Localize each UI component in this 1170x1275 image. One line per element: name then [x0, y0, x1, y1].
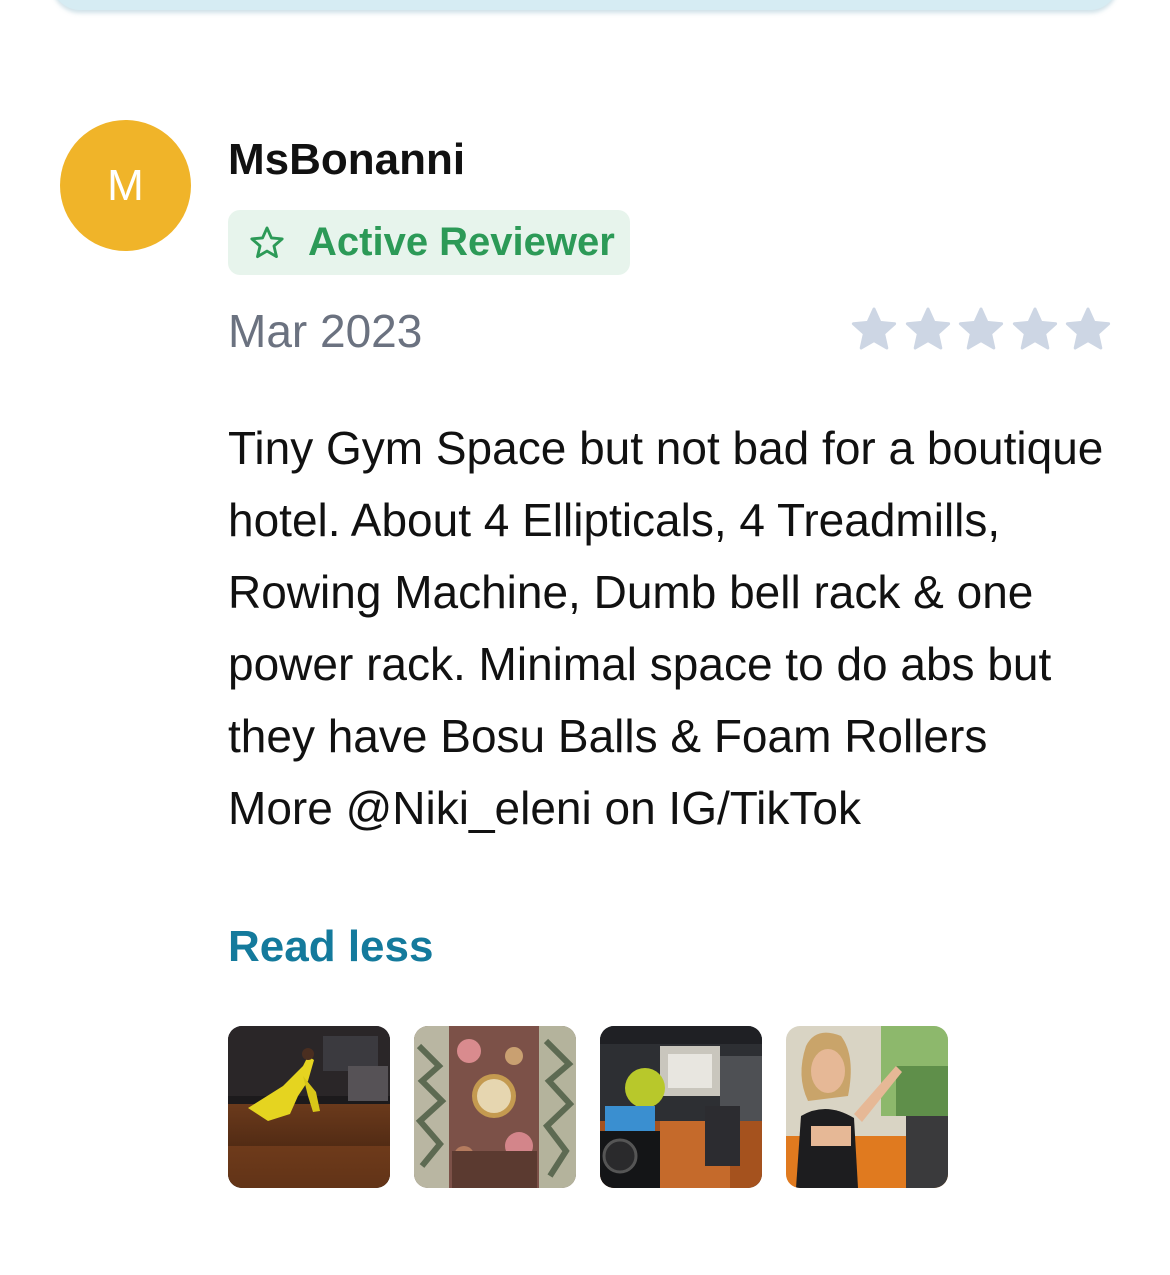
star-icon — [958, 307, 1004, 350]
badge-label: Active Reviewer — [308, 220, 615, 264]
review-body: Tiny Gym Space but not bad for a boutiqu… — [228, 412, 1108, 844]
star-icon — [905, 307, 950, 350]
avatar[interactable]: M — [60, 120, 191, 251]
star-icon — [1012, 307, 1057, 350]
review-date: Mar 2023 — [228, 305, 423, 357]
active-reviewer-badge: Active Reviewer — [228, 210, 630, 275]
star-icon — [851, 307, 897, 350]
review-text-more: More @Niki_eleni on IG/TikTok — [228, 782, 861, 834]
star-icon — [1065, 307, 1111, 350]
star-outline-icon — [250, 226, 284, 258]
photo-reviewer-selfie[interactable] — [786, 1026, 948, 1188]
photo-wallpaper-mirror[interactable] — [414, 1026, 576, 1188]
previous-card-edge — [52, 0, 1118, 10]
photo-gym-equipment[interactable] — [600, 1026, 762, 1188]
reviewer-name[interactable]: MsBonanni — [228, 132, 465, 188]
review-photos — [228, 1026, 948, 1188]
photo-gym-floor[interactable] — [228, 1026, 390, 1188]
read-less-link[interactable]: Read less — [228, 918, 433, 976]
review-text: Tiny Gym Space but not bad for a boutiqu… — [228, 422, 1104, 762]
star-rating — [850, 306, 1112, 356]
